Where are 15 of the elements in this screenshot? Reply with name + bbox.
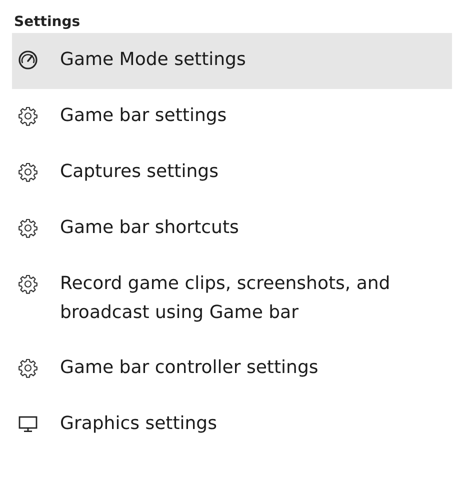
settings-link[interactable]: Record game clips, screenshots, and broadcast using Game bar	[12, 257, 452, 341]
settings-link[interactable]: Game bar shortcuts	[12, 201, 452, 257]
gear-icon	[18, 218, 38, 238]
settings-link[interactable]: Game bar settings	[12, 89, 452, 145]
monitor-icon	[18, 414, 38, 434]
gauge-icon	[18, 50, 38, 70]
settings-link[interactable]: Game Mode settings	[12, 33, 452, 89]
section-heading: Settings	[13, 13, 82, 32]
gear-icon	[18, 274, 38, 294]
gear-icon	[18, 106, 38, 126]
gear-icon	[18, 162, 38, 182]
settings-link[interactable]: Graphics settings	[12, 397, 452, 453]
settings-link[interactable]: Captures settings	[12, 145, 452, 201]
gear-icon	[18, 358, 38, 378]
settings-link[interactable]: Game bar controller settings	[12, 341, 452, 397]
